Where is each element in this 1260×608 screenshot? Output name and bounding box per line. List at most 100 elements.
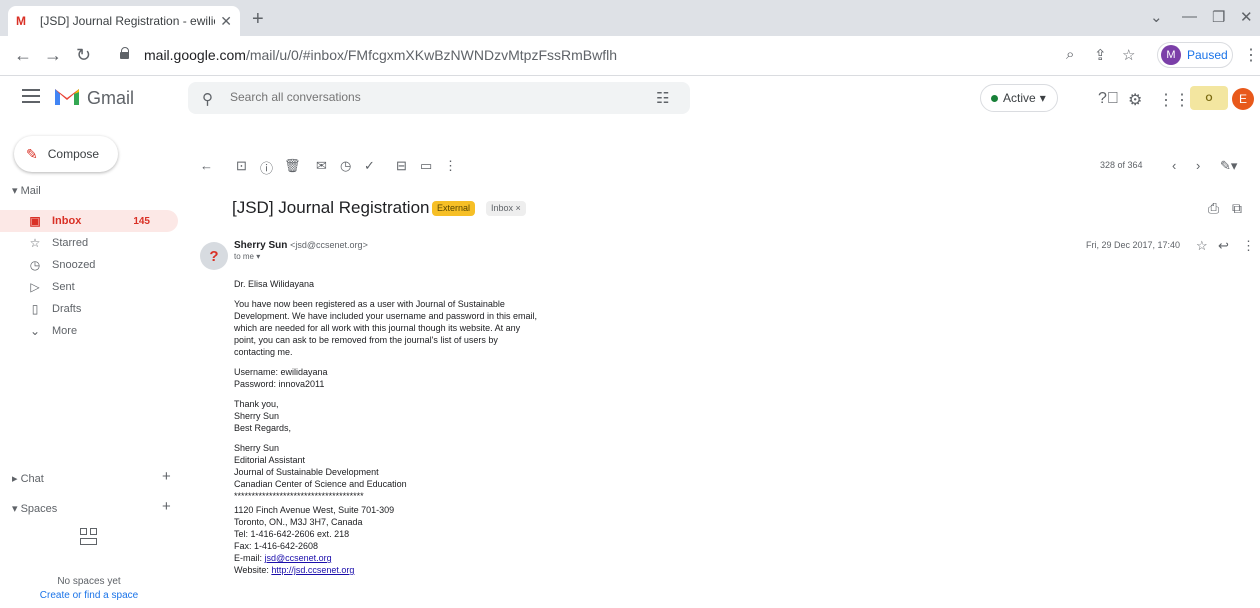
compose-label: Compose xyxy=(47,147,100,161)
clock-icon: ◷ xyxy=(29,258,41,272)
add-to-tasks-icon[interactable]: ✓ xyxy=(364,158,375,174)
report-spam-icon[interactable]: ⓘ xyxy=(260,158,273,177)
inbox-label-badge[interactable]: Inbox × xyxy=(486,201,526,216)
star-icon[interactable]: ☆ xyxy=(1196,238,1208,254)
apps-grid-icon[interactable]: ⋮⋮ xyxy=(1158,90,1190,110)
chat-section-toggle[interactable]: ▸ Chat xyxy=(12,472,44,485)
sidebar-item-starred[interactable]: ☆ Starred xyxy=(0,232,178,254)
sidebar-item-drafts[interactable]: ▯ Drafts xyxy=(0,298,178,320)
body-password: Password: innova2011 xyxy=(234,379,325,389)
input-tools-icon[interactable]: ✎▾ xyxy=(1220,158,1237,174)
body-line: point, you can ask to be removed from th… xyxy=(234,335,498,345)
sender-avatar: ? xyxy=(200,242,228,270)
sender-name[interactable]: Sherry Sun <jsd@ccsenet.org> xyxy=(234,240,368,251)
sidebar-item-sent[interactable]: ▷ Sent xyxy=(0,276,178,298)
zoom-icon[interactable]: ⌕ xyxy=(1066,46,1074,63)
labels-icon[interactable]: ▭ xyxy=(420,158,432,174)
sidebar-item-more[interactable]: ⌄ More xyxy=(0,320,178,342)
more-actions-icon[interactable]: ⋮ xyxy=(444,158,457,174)
newer-icon[interactable]: ‹ xyxy=(1172,158,1176,173)
new-space-icon[interactable]: + xyxy=(162,498,171,515)
mark-unread-icon[interactable]: ✉ xyxy=(316,158,327,174)
sender-email: <jsd@ccsenet.org> xyxy=(290,240,368,250)
body-line: contacting me. xyxy=(234,347,293,357)
search-icon[interactable]: ⚲ xyxy=(202,90,213,108)
minimize-icon[interactable]: — xyxy=(1182,8,1197,25)
body-greeting: Dr. Elisa Wilidayana xyxy=(234,279,315,289)
body-thanks: Thank you, xyxy=(234,399,279,409)
gmail-header: Gmail ⚲ ☷ Active ▾ ?⃝ ⚙ ⋮⋮ O E xyxy=(0,76,1260,120)
browser-menu-icon[interactable]: ⋮ xyxy=(1243,45,1259,65)
gmail-wordmark: Gmail xyxy=(87,88,135,108)
share-icon[interactable]: ⇪ xyxy=(1094,46,1107,64)
open-new-window-icon[interactable]: ⧉ xyxy=(1232,200,1242,217)
forward-icon[interactable]: → xyxy=(44,45,62,66)
organization-logo[interactable]: O xyxy=(1190,86,1228,110)
older-icon[interactable]: › xyxy=(1196,158,1200,173)
gmail-favicon-icon: M xyxy=(16,14,26,28)
address-bar[interactable]: mail.google.com/mail/u/0/#inbox/FMfcgxmX… xyxy=(110,41,1050,69)
signature-title: Editorial Assistant xyxy=(234,455,306,465)
close-tab-icon[interactable]: ✕ xyxy=(220,13,232,30)
profile-button[interactable]: M Paused xyxy=(1157,42,1233,68)
create-space-link[interactable]: Create or find a space xyxy=(0,590,178,601)
send-icon: ▷ xyxy=(30,280,40,294)
sidebar-item-label: More xyxy=(52,325,78,337)
help-icon[interactable]: ?⃝ xyxy=(1098,90,1119,108)
compose-button[interactable]: ✎ Compose xyxy=(14,136,118,172)
inbox-icon: ▣ xyxy=(29,214,41,228)
inbox-count: 145 xyxy=(133,215,150,227)
window-close-icon[interactable]: ✕ xyxy=(1240,8,1253,26)
status-dropdown[interactable]: Active ▾ xyxy=(980,84,1058,112)
search-bar[interactable]: ⚲ ☷ xyxy=(188,82,690,114)
body-username: Username: ewilidayana xyxy=(234,367,328,377)
account-avatar[interactable]: E xyxy=(1232,88,1254,110)
restore-icon[interactable]: ❐ xyxy=(1212,8,1225,26)
main-menu-icon[interactable] xyxy=(22,89,40,103)
email-subject: [JSD] Journal Registration xyxy=(232,198,430,217)
external-badge: External xyxy=(432,201,476,216)
email-link[interactable]: jsd@ccsenet.org xyxy=(265,553,332,563)
body-line: You have now been registered as a user w… xyxy=(234,299,505,309)
archive-icon[interactable]: ⊡ xyxy=(236,158,247,174)
new-tab-icon[interactable]: + xyxy=(252,8,264,31)
spaces-section-toggle[interactable]: ▾ Spaces xyxy=(12,502,57,515)
message-more-icon[interactable]: ⋮ xyxy=(1242,238,1255,254)
sidebar-item-label: Starred xyxy=(52,237,89,249)
bookmark-star-icon[interactable]: ☆ xyxy=(1122,46,1135,64)
signature-fax: Fax: 1-416-642-2608 xyxy=(234,541,319,551)
draft-icon: ▯ xyxy=(31,302,39,316)
move-to-icon[interactable]: ⊟ xyxy=(396,158,407,174)
settings-icon[interactable]: ⚙ xyxy=(1128,90,1142,110)
browser-tab[interactable]: M [JSD] Journal Registration - ewilio ✕ xyxy=(8,6,240,36)
search-options-icon[interactable]: ☷ xyxy=(656,89,669,107)
delete-icon[interactable]: 🗑 xyxy=(284,158,301,174)
pagination-count: 328 of 364 xyxy=(1100,160,1143,170)
back-to-inbox-icon[interactable]: ← xyxy=(200,158,213,173)
signature-address: 1120 Finch Avenue West, Suite 701-309 xyxy=(234,505,395,515)
profile-avatar: M xyxy=(1161,45,1181,65)
sidebar-item-inbox[interactable]: ▣ Inbox 145 xyxy=(0,210,178,232)
tab-search-chevron-icon[interactable]: ⌄ xyxy=(1150,8,1163,26)
website-link[interactable]: http://jsd.ccsenet.org xyxy=(271,565,354,575)
sidebar-item-snoozed[interactable]: ◷ Snoozed xyxy=(0,254,178,276)
recipient-details[interactable]: to me ▾ xyxy=(234,252,260,261)
pencil-icon: ✎ xyxy=(26,145,38,162)
status-caret-icon: ▾ xyxy=(1039,91,1046,105)
reload-icon[interactable]: ↻ xyxy=(76,45,91,66)
url-text: mail.google.com/mail/u/0/#inbox/FMfcgxmX… xyxy=(144,47,617,63)
star-icon: ☆ xyxy=(29,236,41,250)
search-input[interactable] xyxy=(230,90,630,104)
mail-section-toggle[interactable]: ▾ Mail xyxy=(12,184,41,197)
message-date: Fri, 29 Dec 2017, 17:40 xyxy=(1086,240,1181,250)
new-chat-icon[interactable]: + xyxy=(162,468,171,485)
print-icon[interactable]: ⎙ xyxy=(1208,200,1219,217)
reply-icon[interactable]: ↩ xyxy=(1218,238,1229,254)
back-icon[interactable]: ← xyxy=(14,45,32,66)
gmail-logo-icon[interactable] xyxy=(54,86,80,106)
snooze-icon[interactable]: ◷ xyxy=(340,158,351,174)
active-dot-icon xyxy=(991,94,998,102)
spaces-icon xyxy=(80,528,98,546)
profile-status: Paused xyxy=(1187,48,1228,62)
signature-name: Sherry Sun xyxy=(234,443,280,453)
